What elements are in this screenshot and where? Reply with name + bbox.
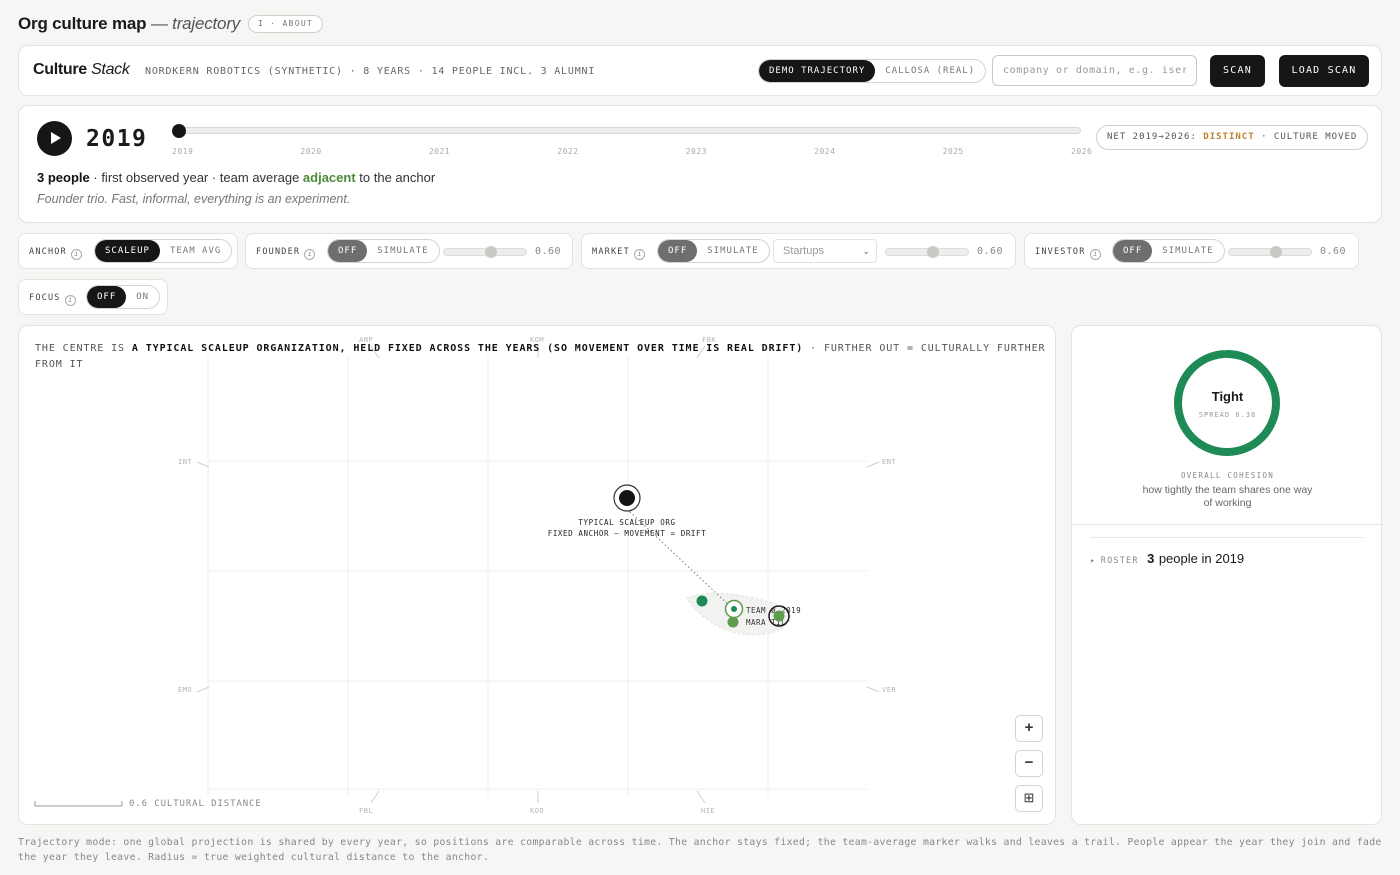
zoom-in-button[interactable]: + xyxy=(1015,715,1043,742)
cohesion-panel: Tight SPREAD 0.38 OVERALL COHESION how t… xyxy=(1071,325,1383,825)
year-slider-track[interactable] xyxy=(179,127,1081,134)
info-icon[interactable]: i xyxy=(633,249,645,260)
scale-label: 0.6 CULTURAL DISTANCE xyxy=(129,799,262,809)
info-icon[interactable]: i xyxy=(70,249,82,260)
investor-toggle: OFF SIMULATE xyxy=(1112,239,1225,263)
year-tick: 2026 xyxy=(1071,147,1093,156)
axis-label: EMO xyxy=(178,686,192,694)
anchor-sublabel: FIXED ANCHOR — MOVEMENT = DRIFT xyxy=(548,529,707,538)
founder-off-option[interactable]: OFF xyxy=(328,240,368,262)
chevron-down-icon: ⌄ xyxy=(862,246,870,256)
axis-label: HIE xyxy=(701,807,715,815)
brand-logo: Culture Stack xyxy=(33,61,130,78)
investor-slider[interactable] xyxy=(1228,246,1312,258)
cohesion-spread: SPREAD 0.38 xyxy=(1198,411,1257,419)
info-icon[interactable]: i xyxy=(1089,249,1101,260)
focus-on-option[interactable]: ON xyxy=(126,286,159,308)
company-meta: NORDKERN ROBOTICS (SYNTHETIC) · 8 YEARS … xyxy=(145,66,596,77)
axis-label: FBL xyxy=(359,807,373,815)
anchor-control: ANCHOR i SCALEUP TEAM AVG xyxy=(18,233,238,269)
year-tick: 2025 xyxy=(942,147,964,156)
net-drift-badge: NET 2019→2026: DISTINCT · CULTURE MOVED xyxy=(1096,125,1369,150)
axis-label: VER xyxy=(882,686,896,694)
info-icon[interactable]: i xyxy=(64,295,76,306)
investor-value: 0.60 xyxy=(1320,246,1347,257)
divider xyxy=(1090,537,1364,538)
founder-simulate-option[interactable]: SIMULATE xyxy=(367,240,438,262)
scale-bar xyxy=(34,801,123,807)
founder-toggle: OFF SIMULATE xyxy=(327,239,440,263)
cohesion-description: how tightly the team shares one way of w… xyxy=(1142,484,1313,509)
founder-value: 0.60 xyxy=(535,246,562,257)
axis-label: ENT xyxy=(882,458,896,466)
map-canvas[interactable]: ANP KOM FBK INT ENT EMO VER FBL KOO HIE … xyxy=(19,326,1056,825)
zoom-out-button[interactable]: − xyxy=(1015,750,1043,777)
market-value: 0.60 xyxy=(977,246,1004,257)
anchor-team-avg-option[interactable]: TEAM AVG xyxy=(160,240,231,262)
anchor-label: TYPICAL SCALEUP ORG xyxy=(578,518,675,527)
map-grid xyxy=(207,356,868,796)
focus-control: FOCUS i OFF ON xyxy=(18,279,168,315)
founder-slider[interactable] xyxy=(443,246,527,258)
axis-label: KOO xyxy=(530,807,544,815)
year-tick: 2019 xyxy=(172,147,194,156)
map-caption: THE CENTRE IS A TYPICAL SCALEUP ORGANIZA… xyxy=(35,343,1046,370)
culture-map: ANP KOM FBK INT ENT EMO VER FBL KOO HIE … xyxy=(18,325,1056,825)
axis-label: INT xyxy=(178,458,192,466)
year-slider-handle[interactable] xyxy=(172,124,186,138)
year-summary: 3 people · first observed year · team av… xyxy=(37,170,436,185)
play-icon[interactable] xyxy=(37,121,72,156)
anchor-toggle: SCALEUP TEAM AVG xyxy=(94,239,233,263)
top-bar: Culture Stack NORDKERN ROBOTICS (SYNTHET… xyxy=(18,45,1382,96)
investor-simulate-option[interactable]: SIMULATE xyxy=(1152,240,1223,262)
footer-note: Trajectory mode: one global projection i… xyxy=(18,837,1382,863)
year-tick: 2022 xyxy=(557,147,579,156)
data-source-toggle: DEMO TRAJECTORY CALLOSA (REAL) xyxy=(758,59,987,83)
person-dot[interactable] xyxy=(696,595,708,607)
focus-off-option[interactable]: OFF xyxy=(87,286,127,308)
year-tick: 2023 xyxy=(685,147,707,156)
team-average-marker[interactable] xyxy=(724,599,744,619)
cohesion-label: OVERALL COHESION xyxy=(1180,471,1275,480)
anchor-scaleup-option[interactable]: SCALEUP xyxy=(95,240,160,262)
investor-off-option[interactable]: OFF xyxy=(1113,240,1153,262)
year-tick: 2021 xyxy=(428,147,451,156)
year-note: Founder trio. Fast, informal, everything… xyxy=(37,192,351,206)
callosa-option[interactable]: CALLOSA (REAL) xyxy=(875,60,985,82)
market-simulate-option[interactable]: SIMULATE xyxy=(697,240,768,262)
demo-trajectory-option[interactable]: DEMO TRAJECTORY xyxy=(759,60,876,82)
timeline-panel: 2019 2019 2020 2021 2022 2023 2024 2025 2026 NE… xyxy=(18,105,1382,223)
market-toggle: OFF SIMULATE xyxy=(657,239,770,263)
roster-toggle[interactable]: ▸ ROSTER 3 people in 2019 xyxy=(1090,550,1244,568)
info-icon[interactable]: i xyxy=(304,249,316,260)
year-tick: 2020 xyxy=(300,147,322,156)
market-off-option[interactable]: OFF xyxy=(658,240,698,262)
fit-view-icon[interactable]: ⊞ xyxy=(1015,785,1043,812)
divider xyxy=(1072,524,1383,525)
load-scan-button[interactable]: LOAD SCAN xyxy=(1279,55,1369,87)
scan-button[interactable]: SCAN xyxy=(1210,55,1265,87)
chevron-right-icon: ▸ xyxy=(1090,556,1097,566)
app-title: Org culture map — trajectory xyxy=(18,14,241,33)
company-search-input[interactable] xyxy=(992,55,1197,86)
year-tick: 2024 xyxy=(814,147,836,156)
axis-ticks xyxy=(196,345,880,804)
market-control: MARKET i OFF SIMULATE Startups ⌄ 0.60 xyxy=(581,233,1016,269)
cohesion-value: Tight xyxy=(1211,389,1244,404)
current-year: 2019 xyxy=(86,126,148,152)
founder-control: FOUNDER i OFF SIMULATE 0.60 xyxy=(245,233,573,269)
market-slider[interactable] xyxy=(885,246,969,258)
market-select[interactable]: Startups ⌄ xyxy=(773,239,877,263)
anchor-marker[interactable] xyxy=(613,484,641,512)
focus-toggle: OFF ON xyxy=(86,285,161,309)
investor-control: INVESTOR i OFF SIMULATE 0.60 xyxy=(1024,233,1359,269)
about-button[interactable]: I · ABOUT xyxy=(248,15,324,33)
